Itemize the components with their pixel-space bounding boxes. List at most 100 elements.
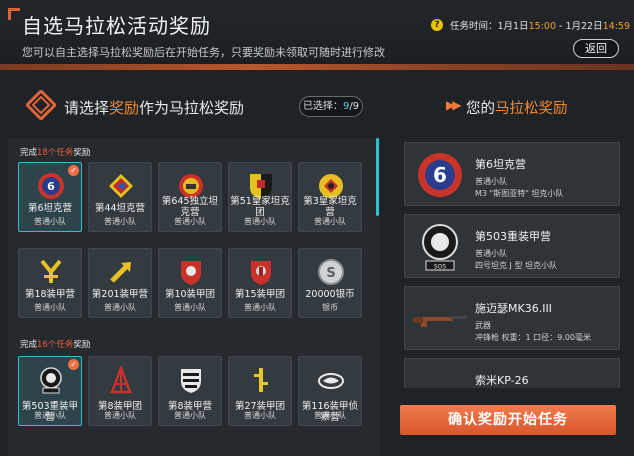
- reward-card-silver[interactable]: S 20000银币 银币: [298, 248, 362, 318]
- page-subtitle: 您可以自主选择马拉松奖励后在开始任务，只要奖励未领取可随时进行修改: [22, 46, 385, 59]
- my-reward-kp26[interactable]: 索米KP-26 武器: [404, 358, 620, 388]
- my-reward-503rd-heavy[interactable]: SOS 第503重装甲营 普通小队 四号坦克 J 型 坦克小队: [404, 214, 620, 278]
- reward-card-8th-armored-battalion[interactable]: 第8装甲营 普通小队: [158, 356, 222, 426]
- section1-count: 18个任务: [37, 148, 74, 158]
- help-icon[interactable]: ?: [431, 19, 443, 31]
- reward-desc-val: 9.00毫米: [557, 333, 591, 342]
- section2-pre: 完成: [20, 340, 38, 350]
- right-title-pre: 您的: [466, 101, 495, 117]
- page-title: 自选马拉松活动奖励: [22, 14, 211, 38]
- card-sub: 普通小队: [174, 303, 206, 312]
- section1-pre: 完成: [20, 148, 38, 158]
- header-stripe: [0, 64, 634, 70]
- section-title-16: 完成16个任务奖励: [20, 338, 90, 350]
- card-sub: 普通小队: [174, 217, 206, 226]
- card-sub: 普通小队: [244, 411, 276, 420]
- 18th-armored-emblem-icon: [35, 257, 67, 287]
- svg-text:S: S: [326, 266, 335, 281]
- left-section-title: 请选择奖励作为马拉松奖励: [64, 97, 244, 118]
- reward-card-15th-armored[interactable]: 第15装甲团 普通小队: [228, 248, 292, 318]
- card-name: 第3皇家坦克营: [303, 196, 357, 218]
- grid-scrollbar[interactable]: [376, 138, 379, 216]
- diamond-icon: [26, 90, 56, 120]
- reward-card-645th-tank[interactable]: 第645独立坦克营 普通小队: [158, 162, 222, 232]
- reward-name: 施迈瑟MK36.III: [475, 302, 552, 315]
- 201st-armored-emblem-icon: [105, 257, 137, 287]
- card-name: 第44坦克营: [94, 203, 146, 214]
- card-sub: 普通小队: [34, 303, 66, 312]
- left-title-pre: 请选择: [64, 99, 110, 117]
- svg-text:SOS: SOS: [434, 264, 447, 271]
- svg-text:6: 6: [433, 163, 447, 187]
- time-end-hour: 14:59: [602, 21, 630, 32]
- reward-grid-panel[interactable]: 完成18个任务奖励 ✓ 6 第6坦克营 普通小队 第44坦克营 普通小队 第64…: [8, 138, 380, 456]
- reward-desc: 冲锋枪 权重：1 口径：9.00毫米: [475, 332, 591, 343]
- confirm-rewards-button[interactable]: 确认奖励开始任务: [400, 405, 616, 435]
- card-sub: 普通小队: [244, 303, 276, 312]
- reward-card-201st-armored[interactable]: 第201装甲营 普通小队: [88, 248, 152, 318]
- my-rewards-list[interactable]: 6 第6坦克营 普通小队 M3 "斯图亚特" 坦克小队 SOS 第503重装甲营…: [404, 138, 620, 388]
- left-title-accent: 奖励: [109, 99, 140, 117]
- my-reward-6th-tank[interactable]: 6 第6坦克营 普通小队 M3 "斯图亚特" 坦克小队: [404, 142, 620, 206]
- card-sub: 普通小队: [244, 217, 276, 226]
- selected-label: 已选择：: [302, 101, 343, 112]
- selected-count-badge: 已选择：9/9: [299, 96, 363, 117]
- section2-post: 奖励: [73, 340, 91, 350]
- svg-text:6: 6: [47, 180, 55, 193]
- card-sub: 普通小队: [104, 303, 136, 312]
- reward-desc: 四号坦克 J 型 坦克小队: [475, 261, 557, 270]
- 503rd-heavy-armored-emblem-icon: [35, 365, 67, 395]
- time-end-date: 1月22日: [565, 21, 603, 32]
- card-sub: 普通小队: [34, 411, 66, 420]
- selected-total: /9: [349, 101, 360, 112]
- reward-card-3rd-royal[interactable]: 第3皇家坦克营 普通小队: [298, 162, 362, 232]
- reward-card-503rd-heavy[interactable]: ✓ 第503重装甲营 普通小队: [18, 356, 82, 426]
- reward-desc: M3 "斯图亚特" 坦克小队: [475, 189, 564, 198]
- reward-card-10th-armored[interactable]: 第10装甲团 普通小队: [158, 248, 222, 318]
- time-label: 任务时间：: [450, 21, 498, 32]
- reward-name: 第6坦克营: [475, 158, 526, 171]
- 10th-armored-shield-emblem-icon: [175, 257, 207, 287]
- card-sub: 普通小队: [34, 217, 66, 226]
- card-sub: 普通小队: [104, 217, 136, 226]
- reward-card-51st-royal[interactable]: 第51皇家坦克团 普通小队: [228, 162, 292, 232]
- back-button[interactable]: 返回: [573, 39, 619, 58]
- reward-type: 武器: [475, 321, 491, 330]
- left-title-post: 作为马拉松奖励: [139, 99, 245, 117]
- reward-name: 索米KP-26: [475, 374, 529, 387]
- 6th-tank-battalion-emblem-icon: 6: [411, 149, 469, 201]
- 6th-tank-battalion-emblem-icon: 6: [35, 171, 67, 201]
- 8th-armored-emblem-icon: [105, 365, 137, 395]
- corner-decoration: [8, 8, 20, 20]
- reward-card-44th-tank[interactable]: 第44坦克营 普通小队: [88, 162, 152, 232]
- check-icon: ✓: [68, 359, 79, 370]
- reward-card-116th-recon[interactable]: 第116装甲侦察营 普通小队: [298, 356, 362, 426]
- right-title-accent: 马拉松奖励: [495, 101, 568, 117]
- card-name: 第645独立坦克营: [161, 196, 219, 218]
- 27th-armored-emblem-icon: [245, 365, 277, 395]
- card-sub: 普通小队: [314, 217, 346, 226]
- 15th-armored-shield-emblem-icon: [245, 257, 277, 287]
- 503rd-heavy-armored-emblem-icon: SOS: [411, 221, 469, 273]
- time-start-date: 1月1日: [497, 21, 529, 32]
- my-reward-mk36[interactable]: 施迈瑟MK36.III 武器 冲锋枪 权重：1 口径：9.00毫米: [404, 286, 620, 350]
- reward-card-8th-armored-regiment[interactable]: 第8装甲团 普通小队: [88, 356, 152, 426]
- 44th-tank-battalion-emblem-icon: [105, 171, 137, 201]
- section1-post: 奖励: [73, 148, 91, 158]
- card-name: 第10装甲团: [164, 289, 216, 300]
- check-icon: ✓: [68, 165, 79, 176]
- time-start-hour: 15:00: [528, 21, 556, 32]
- task-time: 任务时间：1月1日15:00 - 1月22日14:59: [450, 18, 630, 32]
- reward-type: 普通小队: [475, 249, 507, 258]
- silver-coin-icon: S: [315, 257, 347, 287]
- reward-card-18th-armored[interactable]: 第18装甲营 普通小队: [18, 248, 82, 318]
- card-name: 第6坦克营: [27, 203, 73, 214]
- card-sub: 普通小队: [174, 411, 206, 420]
- reward-desc-pre: 冲锋枪 权重：1 口径：: [475, 333, 558, 342]
- reward-card-27th-armored[interactable]: 第27装甲团 普通小队: [228, 356, 292, 426]
- card-name: 20000银币: [305, 289, 355, 300]
- reward-card-6th-tank[interactable]: ✓ 6 第6坦克营 普通小队: [18, 162, 82, 232]
- section2-count: 16个任务: [37, 340, 74, 350]
- card-sub: 普通小队: [314, 411, 346, 420]
- section-title-18: 完成18个任务奖励: [20, 146, 90, 158]
